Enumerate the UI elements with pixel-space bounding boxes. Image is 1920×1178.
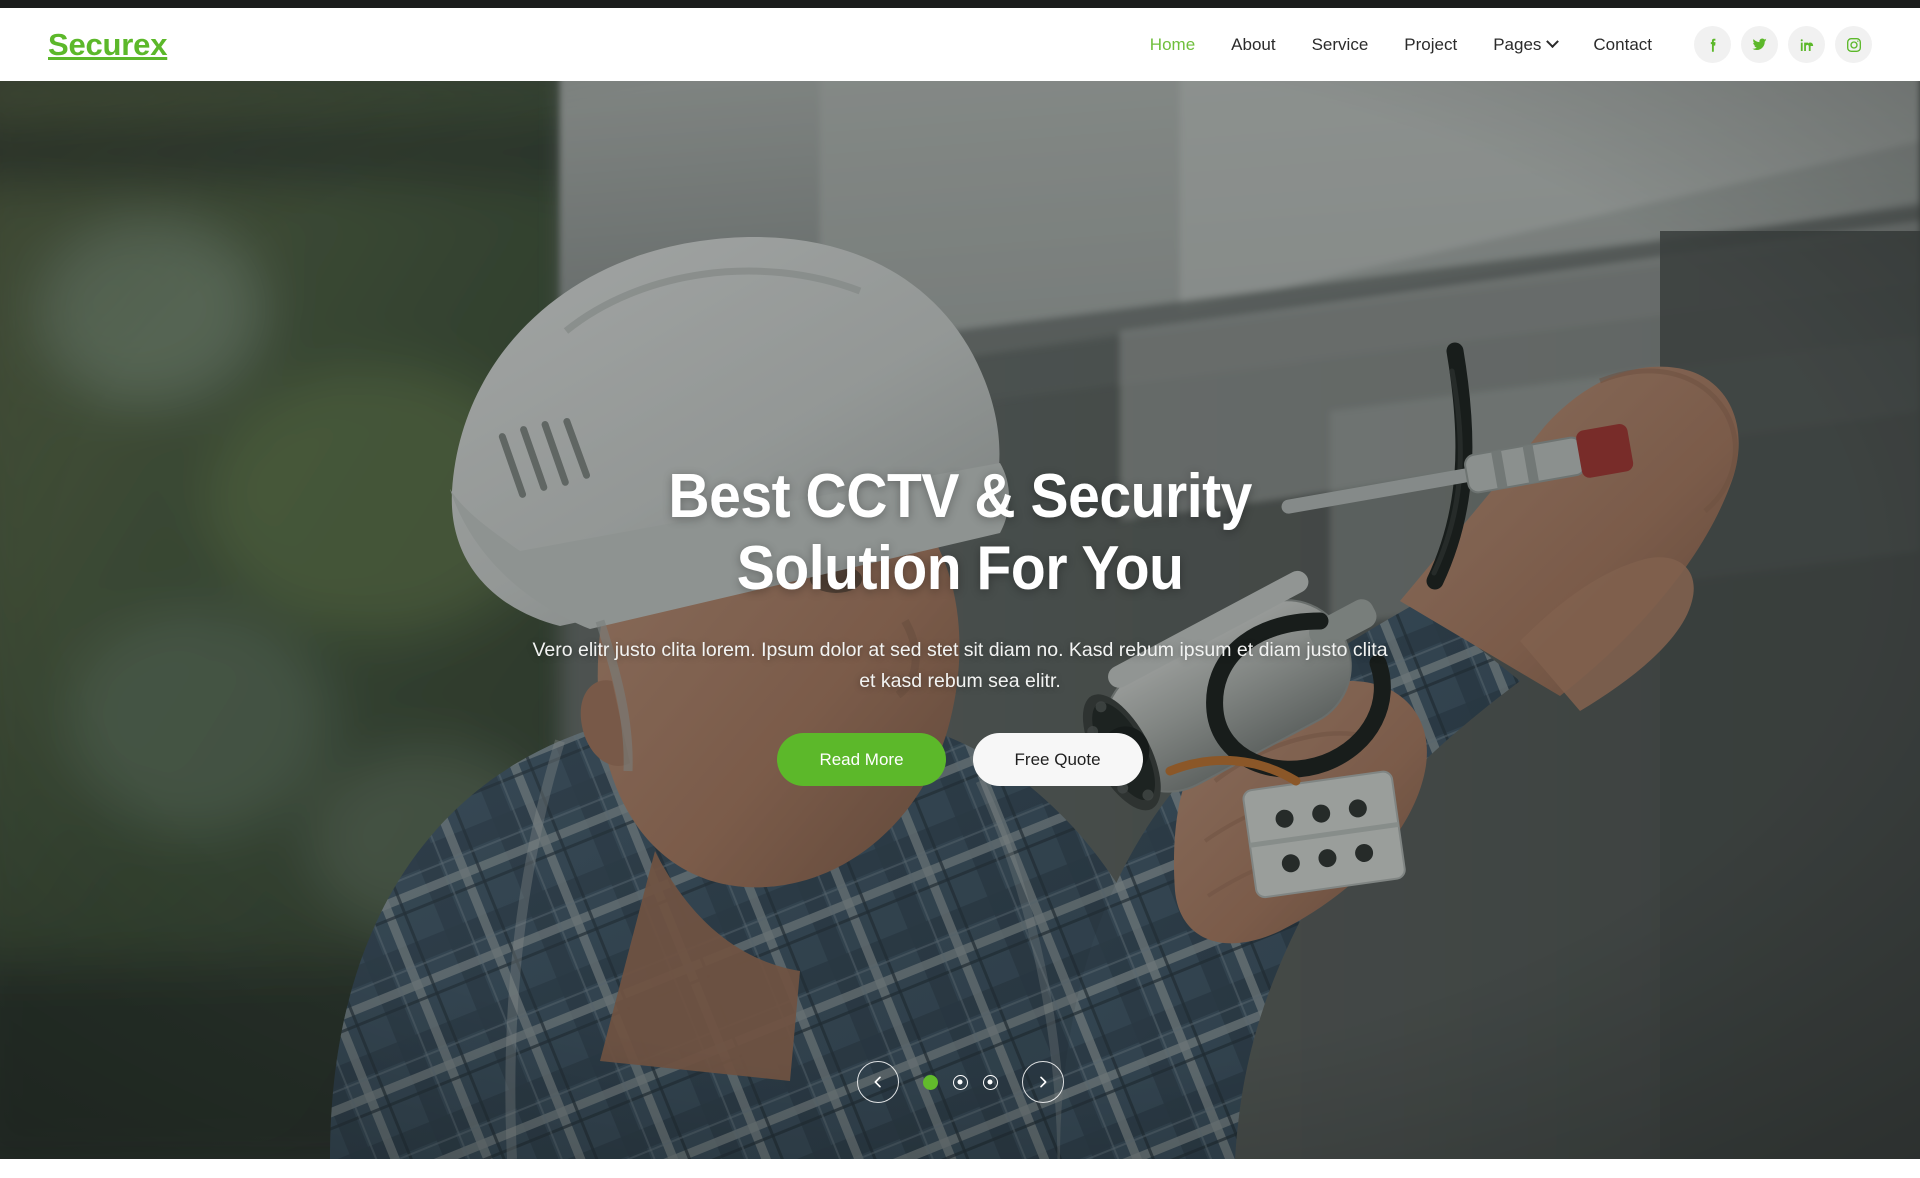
nav-item-contact[interactable]: Contact <box>1575 36 1670 53</box>
chevron-left-icon <box>870 1074 886 1090</box>
nav-label-contact: Contact <box>1593 35 1652 54</box>
nav-label-service: Service <box>1311 35 1369 54</box>
nav-label-project: Project <box>1404 35 1458 54</box>
brand-logo[interactable]: Securex <box>48 29 167 60</box>
read-more-button[interactable]: Read More <box>777 732 946 786</box>
carousel-next-button[interactable] <box>1021 1061 1064 1103</box>
nav-item-pages[interactable]: Pages <box>1475 35 1575 54</box>
nav-item-project[interactable]: Project <box>1386 36 1475 53</box>
social-link-linkedin[interactable] <box>1788 26 1825 63</box>
carousel-dot-2[interactable] <box>952 1074 968 1090</box>
nav-label-pages: Pages <box>1493 35 1542 54</box>
hero-content: Best CCTV & Security Solution For You Ve… <box>0 81 1920 1159</box>
social-link-facebook[interactable] <box>1694 26 1731 63</box>
chevron-right-icon <box>1035 1074 1051 1090</box>
hero-subtitle: Vero elitr justo clita lorem. Ipsum dolo… <box>532 638 1388 693</box>
top-accent-bar <box>0 0 1920 8</box>
nav-label-about: About <box>1231 35 1276 54</box>
social-links <box>1694 26 1872 63</box>
hero-title: Best CCTV & Security Solution For You <box>668 461 1252 605</box>
carousel-dot-1[interactable] <box>922 1074 938 1090</box>
hero-title-line-2: Solution For You <box>736 533 1184 603</box>
nav-label-home: Home <box>1149 35 1196 54</box>
facebook-icon <box>1704 36 1722 54</box>
page-body-below-hero <box>0 1159 1920 1178</box>
chevron-down-icon <box>1546 35 1560 49</box>
free-quote-button[interactable]: Free Quote <box>972 732 1143 786</box>
header-right: Home About Service Project Pages Contact <box>1132 26 1872 63</box>
carousel-dot-3[interactable] <box>982 1074 998 1090</box>
site-header: Securex Home About Service Project Pages… <box>0 8 1920 81</box>
carousel-controls <box>0 1061 1920 1103</box>
nav-item-service[interactable]: Service <box>1294 36 1387 53</box>
hero-title-line-1: Best CCTV & Security <box>668 462 1252 531</box>
instagram-icon <box>1845 36 1863 54</box>
nav-item-about[interactable]: About <box>1213 36 1293 53</box>
twitter-icon <box>1750 35 1769 54</box>
nav-item-home[interactable]: Home <box>1132 36 1213 53</box>
carousel-indicators <box>922 1074 998 1090</box>
social-link-twitter[interactable] <box>1741 26 1778 63</box>
main-navigation: Home About Service Project Pages Contact <box>1132 35 1670 54</box>
hero-actions: Read More Free Quote <box>777 732 1143 786</box>
hero-carousel: Best CCTV & Security Solution For You Ve… <box>0 81 1920 1159</box>
carousel-prev-button[interactable] <box>856 1061 899 1103</box>
linkedin-icon <box>1798 36 1816 54</box>
social-link-instagram[interactable] <box>1835 26 1872 63</box>
